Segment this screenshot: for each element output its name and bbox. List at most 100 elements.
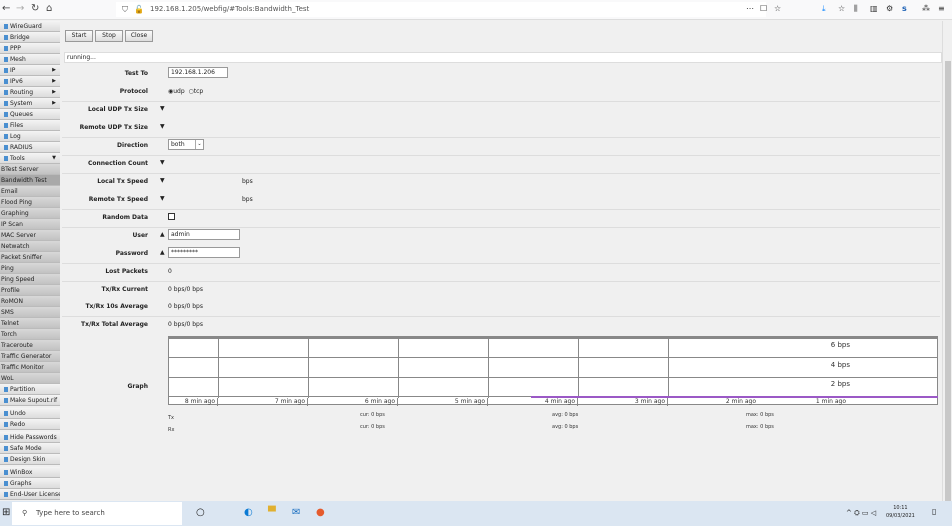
sidebar-item-ping-speed[interactable]: Ping Speed: [0, 274, 60, 285]
sidebar-item-radius[interactable]: RADIUS: [0, 142, 60, 153]
sidebar-item-files[interactable]: Files: [0, 120, 60, 131]
sidebar-item-traceroute[interactable]: Traceroute: [0, 340, 60, 351]
sidebar-item-torch[interactable]: Torch: [0, 329, 60, 340]
sidebar-item-system[interactable]: System ▶: [0, 98, 60, 109]
sidebar-item-ip-scan[interactable]: IP Scan: [0, 219, 60, 230]
taskbar-search[interactable]: ⚲ Type here to search: [12, 502, 182, 525]
scrollbar-thumb[interactable]: [945, 61, 951, 501]
sidebar-item-label: RADIUS: [10, 144, 33, 151]
bookmark-star-icon[interactable]: ☆: [774, 4, 781, 13]
expand-icon[interactable]: ▼: [160, 177, 165, 184]
sidebar-item-bridge[interactable]: Bridge: [0, 32, 60, 43]
sidebar-item-wol[interactable]: WoL: [0, 373, 60, 384]
start-button[interactable]: Start: [65, 30, 93, 42]
firefox-icon[interactable]: ●: [316, 507, 325, 518]
library-icon[interactable]: ⫼: [854, 4, 858, 14]
x-axis-label: 8 min ago: [169, 398, 218, 406]
sidebar-item-label: RoMON: [1, 298, 23, 305]
sidebar-icon[interactable]: ▥: [870, 4, 878, 13]
sidebar-item-tools[interactable]: Tools ▼: [0, 153, 60, 164]
collapse-icon[interactable]: ▲: [160, 249, 165, 256]
scrollbar[interactable]: [942, 21, 952, 501]
sidebar-item-safe-mode[interactable]: Safe Mode: [0, 443, 60, 454]
sidebar-item-mesh[interactable]: Mesh: [0, 54, 60, 65]
sidebar-item-profile[interactable]: Profile: [0, 285, 60, 296]
password-input[interactable]: *********: [168, 247, 240, 258]
notification-icon[interactable]: ▯: [932, 507, 936, 516]
stop-button[interactable]: Stop: [95, 30, 123, 42]
sidebar-item-ipv6[interactable]: IPv6 ▶: [0, 76, 60, 87]
collapse-icon[interactable]: ▲: [160, 231, 165, 238]
sidebar-item-netwatch[interactable]: Netwatch: [0, 241, 60, 252]
s-extension-icon[interactable]: s: [902, 4, 907, 13]
back-icon[interactable]: ←: [2, 3, 10, 14]
pocket-icon[interactable]: ☐: [760, 4, 767, 13]
sidebar-item-redo[interactable]: Redo: [0, 419, 60, 430]
sidebar-item-packet-sniffer[interactable]: Packet Sniffer: [0, 252, 60, 263]
sidebar-item-design-skin[interactable]: Design Skin: [0, 454, 60, 465]
sidebar-item-end-user-license[interactable]: End-User License: [0, 489, 60, 500]
sidebar-item-romon[interactable]: RoMON: [0, 296, 60, 307]
close-button[interactable]: Close: [125, 30, 153, 42]
sidebar-item-email[interactable]: Email: [0, 186, 60, 197]
reload-icon[interactable]: ↻: [31, 3, 39, 14]
sidebar-item-routing[interactable]: Routing ▶: [0, 87, 60, 98]
extension-icon[interactable]: ⚙: [886, 4, 893, 13]
sidebar-item-telnet[interactable]: Telnet: [0, 318, 60, 329]
home-icon[interactable]: ⌂: [46, 3, 52, 14]
sidebar-item-winbox[interactable]: WinBox: [0, 467, 60, 478]
sidebar-item-btest-server[interactable]: BTest Server: [0, 164, 60, 175]
addons-icon[interactable]: ⁂: [922, 4, 930, 13]
expand-icon[interactable]: ▼: [160, 105, 165, 112]
cortana-icon[interactable]: ○: [196, 507, 205, 518]
sidebar-item-hide-passwords[interactable]: Hide Passwords: [0, 432, 60, 443]
download-icon[interactable]: ⤓: [822, 4, 826, 14]
sidebar-item-ip[interactable]: IP ▶: [0, 65, 60, 76]
row-10s-average: Tx/Rx 10s Average 0 bps/0 bps: [62, 299, 940, 317]
sidebar-item-sms[interactable]: SMS: [0, 307, 60, 318]
sidebar-item-graphing[interactable]: Graphing: [0, 208, 60, 219]
sidebar-item-bandwidth-test[interactable]: Bandwidth Test: [0, 175, 60, 186]
windows-start-icon[interactable]: ⊞: [2, 507, 10, 518]
sidebar-item-mac-server[interactable]: MAC Server: [0, 230, 60, 241]
expand-icon[interactable]: ▼: [160, 123, 165, 130]
sidebar-item-flood-ping[interactable]: Flood Ping: [0, 197, 60, 208]
edge-icon[interactable]: ◐: [244, 507, 253, 518]
sidebar-item-ppp[interactable]: PPP: [0, 43, 60, 54]
sidebar-item-graphs[interactable]: Graphs: [0, 478, 60, 489]
row-direction: Direction both ⌄: [62, 138, 940, 156]
sidebar-item-queues[interactable]: Queues: [0, 109, 60, 120]
forward-icon[interactable]: →: [16, 3, 24, 14]
sidebar-item-log[interactable]: Log: [0, 131, 60, 142]
file-explorer-icon[interactable]: ▀: [268, 507, 276, 518]
sidebar-item-label: Safe Mode: [10, 445, 42, 452]
direction-select[interactable]: both ⌄: [168, 139, 204, 150]
clock[interactable]: 10:11 09/03/2021: [886, 504, 915, 520]
sidebar-item-wireguard[interactable]: WireGuard: [0, 21, 60, 32]
expand-icon[interactable]: ▼: [160, 159, 165, 166]
sidebar-item-partition[interactable]: Partition: [0, 384, 60, 395]
tray-icons[interactable]: ^ ⛭ ▭ ◁: [846, 509, 876, 518]
sidebar-item-undo[interactable]: Undo: [0, 408, 60, 419]
sidebar-item-traffic-generator[interactable]: Traffic Generator: [0, 351, 60, 362]
grid-line: [668, 338, 669, 398]
url-bar[interactable]: ⛉ 🔓 192.168.1.205/webfig/#Tools:Bandwidth_…: [116, 2, 766, 17]
expand-icon[interactable]: ▼: [160, 195, 165, 202]
sidebar-item-make-supout-rif[interactable]: Make Supout.rif: [0, 395, 60, 406]
sidebar-item-label: Traffic Generator: [1, 353, 52, 360]
sidebar-item-label: Tools: [10, 155, 25, 162]
more-icon[interactable]: ⋯: [746, 4, 754, 13]
sidebar-item-label: Flood Ping: [1, 199, 32, 206]
sidebar-item-traffic-monitor[interactable]: Traffic Monitor: [0, 362, 60, 373]
menu-icon[interactable]: ≡: [938, 4, 945, 13]
reading-icon[interactable]: ☆: [838, 4, 845, 13]
menu-item-icon: [4, 101, 8, 106]
sidebar-item-label: Traceroute: [1, 342, 33, 349]
legend-name: Tx: [168, 415, 175, 421]
sidebar-item-ping[interactable]: Ping: [0, 263, 60, 274]
random-data-checkbox[interactable]: [168, 213, 175, 220]
user-input[interactable]: admin: [168, 229, 240, 240]
sidebar-item-label: BTest Server: [1, 166, 39, 173]
test-to-input[interactable]: 192.168.1.206: [168, 67, 228, 78]
mail-icon[interactable]: ✉: [292, 507, 300, 518]
